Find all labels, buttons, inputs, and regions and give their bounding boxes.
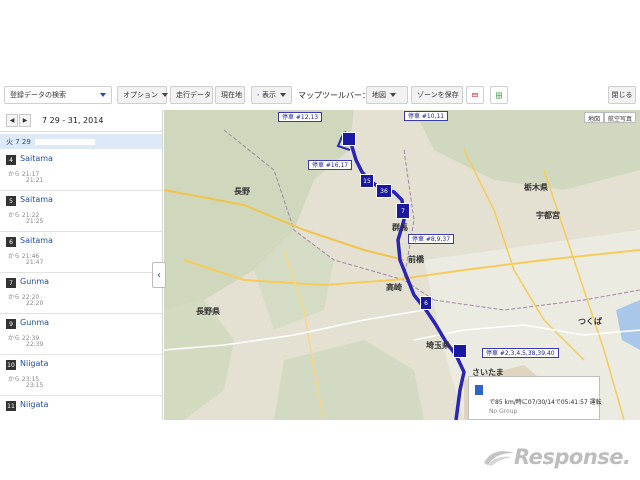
ruler-button[interactable] <box>466 86 484 104</box>
day-row[interactable]: 火 7 29 <box>0 134 162 149</box>
city-label: 前橋 <box>408 255 424 264</box>
chevron-left-icon: ‹ <box>157 269 161 281</box>
swoosh-icon <box>484 451 514 466</box>
stop-label: 停車 #10,11 <box>404 111 449 121</box>
save-zone-label: ゾーンを保存 <box>417 91 459 99</box>
current-location-label: 現在地 <box>221 91 242 99</box>
stop-marker[interactable] <box>453 344 467 358</box>
stop-marker[interactable] <box>342 132 356 146</box>
location-name: Saitama <box>20 154 53 163</box>
chevron-down-icon <box>280 93 286 97</box>
stop-number-badge: 5 <box>6 196 16 206</box>
chevron-left-icon: ◀ <box>9 117 15 124</box>
stop-marker[interactable]: 15 <box>360 174 374 188</box>
day-summary-bar <box>34 139 95 145</box>
ruler-icon <box>472 93 478 97</box>
stop-number-badge: 11 <box>6 401 16 411</box>
list-item[interactable]: 9 Gunma から 22:39 22:39 <box>0 314 162 355</box>
city-label: 栃木県 <box>524 183 548 192</box>
next-date-button[interactable]: ▶ <box>19 114 31 127</box>
info-group: No Group <box>489 408 518 415</box>
chevron-down-icon <box>162 93 168 97</box>
collapse-panel-button[interactable]: ‹ <box>152 262 166 288</box>
day-label: 火 7 29 <box>6 138 31 146</box>
chevron-down-icon <box>100 93 106 97</box>
stop-label: 停車 #2,3,4,5,38,39,40 <box>482 348 559 358</box>
travel-data-button[interactable]: 走行データ <box>170 86 213 104</box>
map-type-map-button[interactable]: 地図 <box>584 112 605 123</box>
toolbar: 登録データの検索 オプション 走行データ 現在地 表示 マップツールバー： 地図 <box>0 86 640 106</box>
stop-number-badge: 9 <box>6 319 16 329</box>
stop-number-badge: 7 <box>6 278 16 288</box>
stop-label: 停車 #16,17 <box>308 160 353 170</box>
to-time: 21:47 <box>26 259 44 266</box>
stop-number-badge: 4 <box>6 155 16 165</box>
search-dropdown[interactable]: 登録データの検索 <box>4 86 112 104</box>
location-name: Saitama <box>20 236 53 245</box>
current-location-button[interactable]: 現在地 <box>215 86 245 104</box>
grid-icon <box>496 92 502 98</box>
date-range: 7 29 - 31, 2014 <box>42 116 104 125</box>
city-label: つくば <box>578 317 602 326</box>
map-canvas <box>164 110 640 420</box>
close-label: 閉じる <box>611 91 633 99</box>
list-item[interactable]: 5 Saitama から 21:22 21:25 <box>0 191 162 232</box>
to-time: 21:25 <box>26 218 44 225</box>
stop-number-badge: 10 <box>6 360 16 370</box>
list-item[interactable]: 4 Saitama から 21:17 21:21 <box>0 150 162 191</box>
map-type-aerial-button[interactable]: 航空写真 <box>604 112 637 123</box>
options-button[interactable]: オプション <box>117 86 168 104</box>
date-header: ◀ ▶ 7 29 - 31, 2014 <box>0 110 162 132</box>
travel-data-label: 走行データ <box>176 91 211 99</box>
pie-chart-icon <box>257 94 259 96</box>
city-label: 宇都宮 <box>536 211 560 220</box>
city-label: 長野 <box>234 187 250 196</box>
prev-date-button[interactable]: ◀ <box>6 114 18 127</box>
location-name: Niigata <box>20 400 49 409</box>
location-name: Saitama <box>20 195 53 204</box>
to-time: 22:39 <box>26 341 44 348</box>
to-time: 21:21 <box>26 177 44 184</box>
info-text: で85 km/時に07/30/14で05:41:57 運転 <box>489 399 602 406</box>
map-select-label: 地図 <box>372 91 386 99</box>
chevron-right-icon: ▶ <box>22 117 28 124</box>
list-item[interactable]: 10 Niigata から 23:15 23:15 <box>0 355 162 396</box>
close-button[interactable]: 閉じる <box>608 86 636 104</box>
save-zone-button[interactable]: ゾーンを保存 <box>411 86 463 104</box>
map-toolbar-label: マップツールバー： <box>298 91 370 100</box>
vehicle-icon <box>475 385 483 395</box>
stop-marker[interactable]: 7 <box>396 203 410 219</box>
city-label: 埼玉県 <box>426 341 450 350</box>
info-window[interactable]: で85 km/時に07/30/14で05:41:57 運転 No Group <box>468 376 602 420</box>
list-item[interactable]: 11 Niigata <box>0 396 162 420</box>
stop-label: 停車 #12,13 <box>278 112 323 122</box>
display-button[interactable]: 表示 <box>251 86 292 104</box>
city-label: 群馬 <box>392 223 408 232</box>
watermark-text: Response. <box>514 445 631 469</box>
stop-label: 停車 #8,9,37 <box>408 234 455 244</box>
map-select-button[interactable]: 地図 <box>366 86 408 104</box>
city-label: 長野県 <box>196 307 220 316</box>
response-logo: Response. <box>482 444 631 470</box>
stop-marker[interactable]: 6 <box>420 296 432 310</box>
city-label: 高崎 <box>386 283 402 292</box>
trip-list-panel: ◀ ▶ 7 29 - 31, 2014 火 7 29 4 Saitama から … <box>0 110 163 420</box>
list-item[interactable]: 7 Gunma から 22:20 22:20 <box>0 273 162 314</box>
app-root: 登録データの検索 オプション 走行データ 現在地 表示 マップツールバー： 地図 <box>0 0 640 480</box>
to-time: 23:15 <box>26 382 44 389</box>
list-item[interactable]: 6 Saitama から 21:46 21:47 <box>0 232 162 273</box>
map-view[interactable]: 15 36 7 6 停車 #12,13 停車 #10,11 停車 #16,17 … <box>164 110 640 420</box>
location-name: Gunma <box>20 277 50 286</box>
chevron-down-icon <box>390 93 396 97</box>
display-label: 表示 <box>262 91 276 99</box>
location-name: Gunma <box>20 318 50 327</box>
search-value: 登録データの検索 <box>10 91 66 99</box>
grid-button[interactable] <box>490 86 508 104</box>
location-name: Niigata <box>20 359 49 368</box>
to-time: 22:20 <box>26 300 44 307</box>
stop-number-badge: 6 <box>6 237 16 247</box>
stop-marker[interactable]: 36 <box>376 184 392 198</box>
options-label: オプション <box>123 91 158 99</box>
